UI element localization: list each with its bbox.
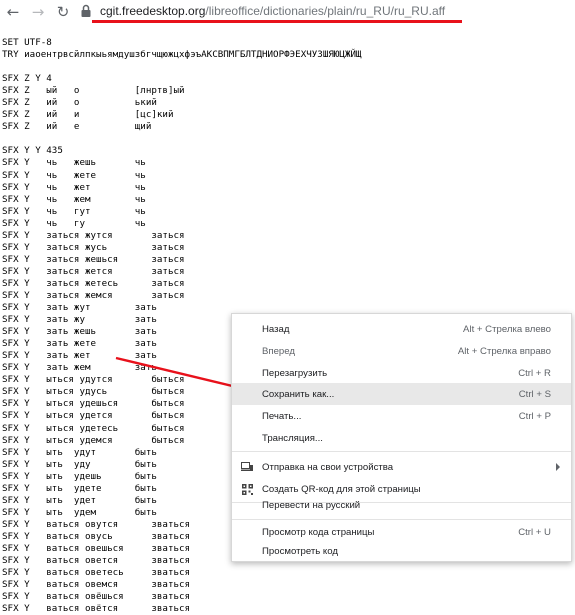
menu-shortcut: Alt + Стрелка вправо <box>457 345 551 357</box>
menu-label: Создать QR-код для этой страницы <box>262 483 421 495</box>
menu-label: Трансляция... <box>262 432 323 444</box>
menu-item-print[interactable]: Печать... Ctrl + P <box>232 405 571 427</box>
menu-separator <box>232 519 571 520</box>
menu-item-cast[interactable]: Трансляция... <box>232 427 571 449</box>
menu-item-translate[interactable]: Перевести на русский <box>232 494 571 516</box>
menu-label: Просмотр кода страницы <box>262 526 375 538</box>
menu-item-reload[interactable]: Перезагрузить Ctrl + R <box>232 362 571 384</box>
menu-item-inspect[interactable]: Просмотреть код <box>232 540 571 562</box>
menu-item-save-as[interactable]: Сохранить как... Ctrl + S <box>232 383 571 405</box>
context-menu: Назад Alt + Стрелка влево Вперед Alt + С… <box>231 313 572 562</box>
submenu-arrow-icon <box>556 463 560 471</box>
devices-icon <box>241 461 253 473</box>
menu-label: Перевести на русский <box>262 499 361 511</box>
menu-item-forward[interactable]: Вперед Alt + Стрелка вправо <box>232 340 571 362</box>
menu-shortcut: Alt + Стрелка влево <box>463 323 551 335</box>
menu-label: Назад <box>262 323 290 335</box>
menu-shortcut: Ctrl + U <box>518 526 551 538</box>
menu-shortcut: Ctrl + S <box>518 388 551 400</box>
menu-label: Вперед <box>262 345 295 357</box>
menu-shortcut: Ctrl + P <box>518 410 551 422</box>
menu-item-send-to-devices[interactable]: Отправка на свои устройства <box>232 456 571 478</box>
menu-label: Печать... <box>262 410 302 422</box>
menu-label: Отправка на свои устройства <box>262 461 394 473</box>
menu-shortcut: Ctrl + R <box>518 367 551 379</box>
menu-label: Просмотреть код <box>262 545 338 557</box>
menu-item-back[interactable]: Назад Alt + Стрелка влево <box>232 318 571 340</box>
menu-separator <box>232 451 571 452</box>
menu-label: Сохранить как... <box>262 388 335 400</box>
menu-label: Перезагрузить <box>262 367 328 379</box>
